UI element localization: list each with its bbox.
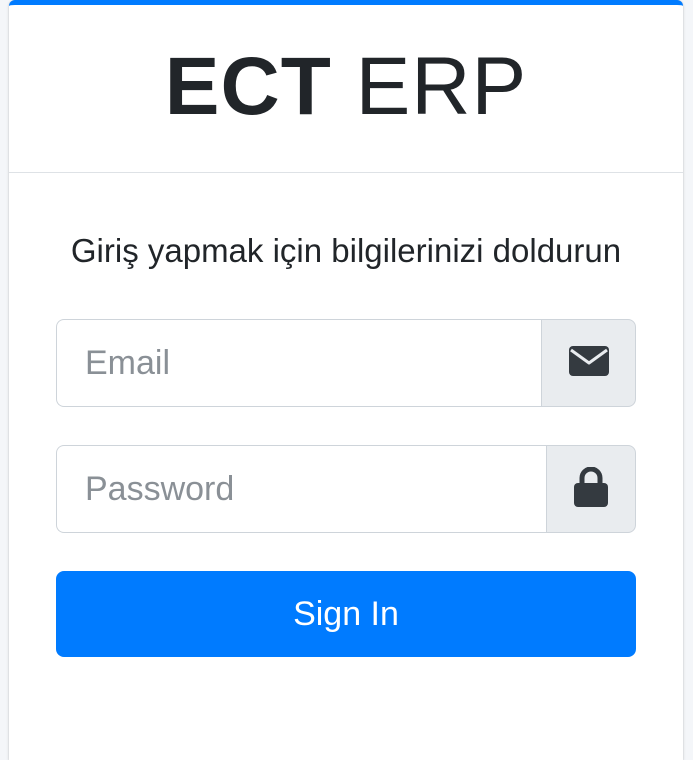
envelope-icon <box>568 345 609 381</box>
email-input-group <box>56 319 636 407</box>
password-input-group <box>56 445 636 533</box>
lock-icon <box>574 466 608 512</box>
sign-in-button[interactable]: Sign In <box>56 571 636 657</box>
password-addon <box>546 445 636 533</box>
brand-bold: ECT <box>164 40 332 132</box>
login-card: ECT ERP Giriş yapmak için bilgilerinizi … <box>9 0 683 760</box>
email-field[interactable] <box>56 319 541 407</box>
login-message: Giriş yapmak için bilgilerinizi doldurun <box>70 232 622 269</box>
card-header: ECT ERP <box>9 5 683 173</box>
brand-logo[interactable]: ECT ERP <box>165 45 527 128</box>
password-field[interactable] <box>56 445 546 533</box>
email-addon <box>541 319 636 407</box>
brand-light: ERP <box>355 40 528 132</box>
card-body: Giriş yapmak için bilgilerinizi doldurun <box>9 223 683 657</box>
